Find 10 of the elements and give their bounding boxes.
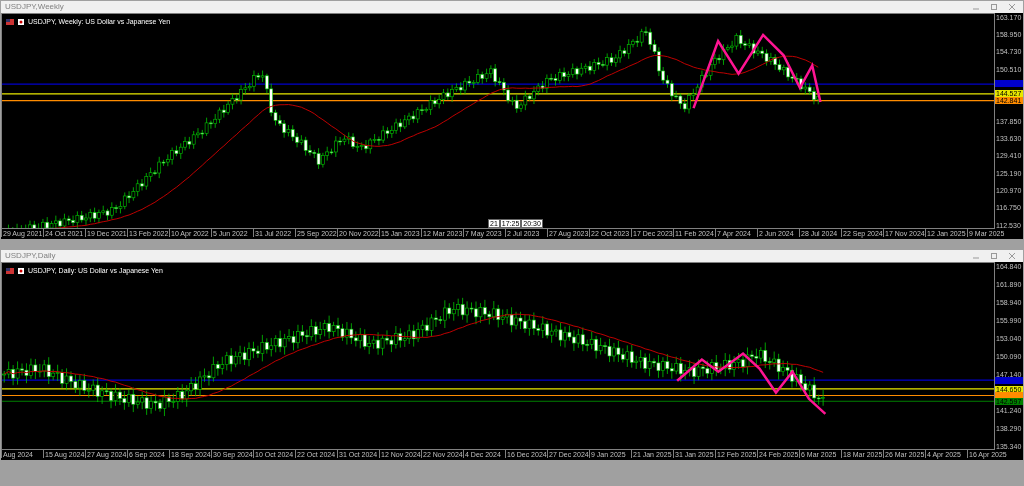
window-title: USDJPY,Weekly	[5, 3, 64, 11]
flag-icon	[18, 267, 24, 274]
flag-icon	[6, 267, 14, 274]
window-title: USDJPY,Daily	[5, 252, 56, 260]
flag-icon	[6, 18, 14, 25]
flag-icon	[18, 18, 24, 25]
maximize-icon[interactable]	[991, 253, 997, 259]
maximize-icon[interactable]	[991, 4, 997, 10]
close-icon[interactable]	[1009, 253, 1015, 259]
close-icon[interactable]	[1009, 4, 1015, 10]
